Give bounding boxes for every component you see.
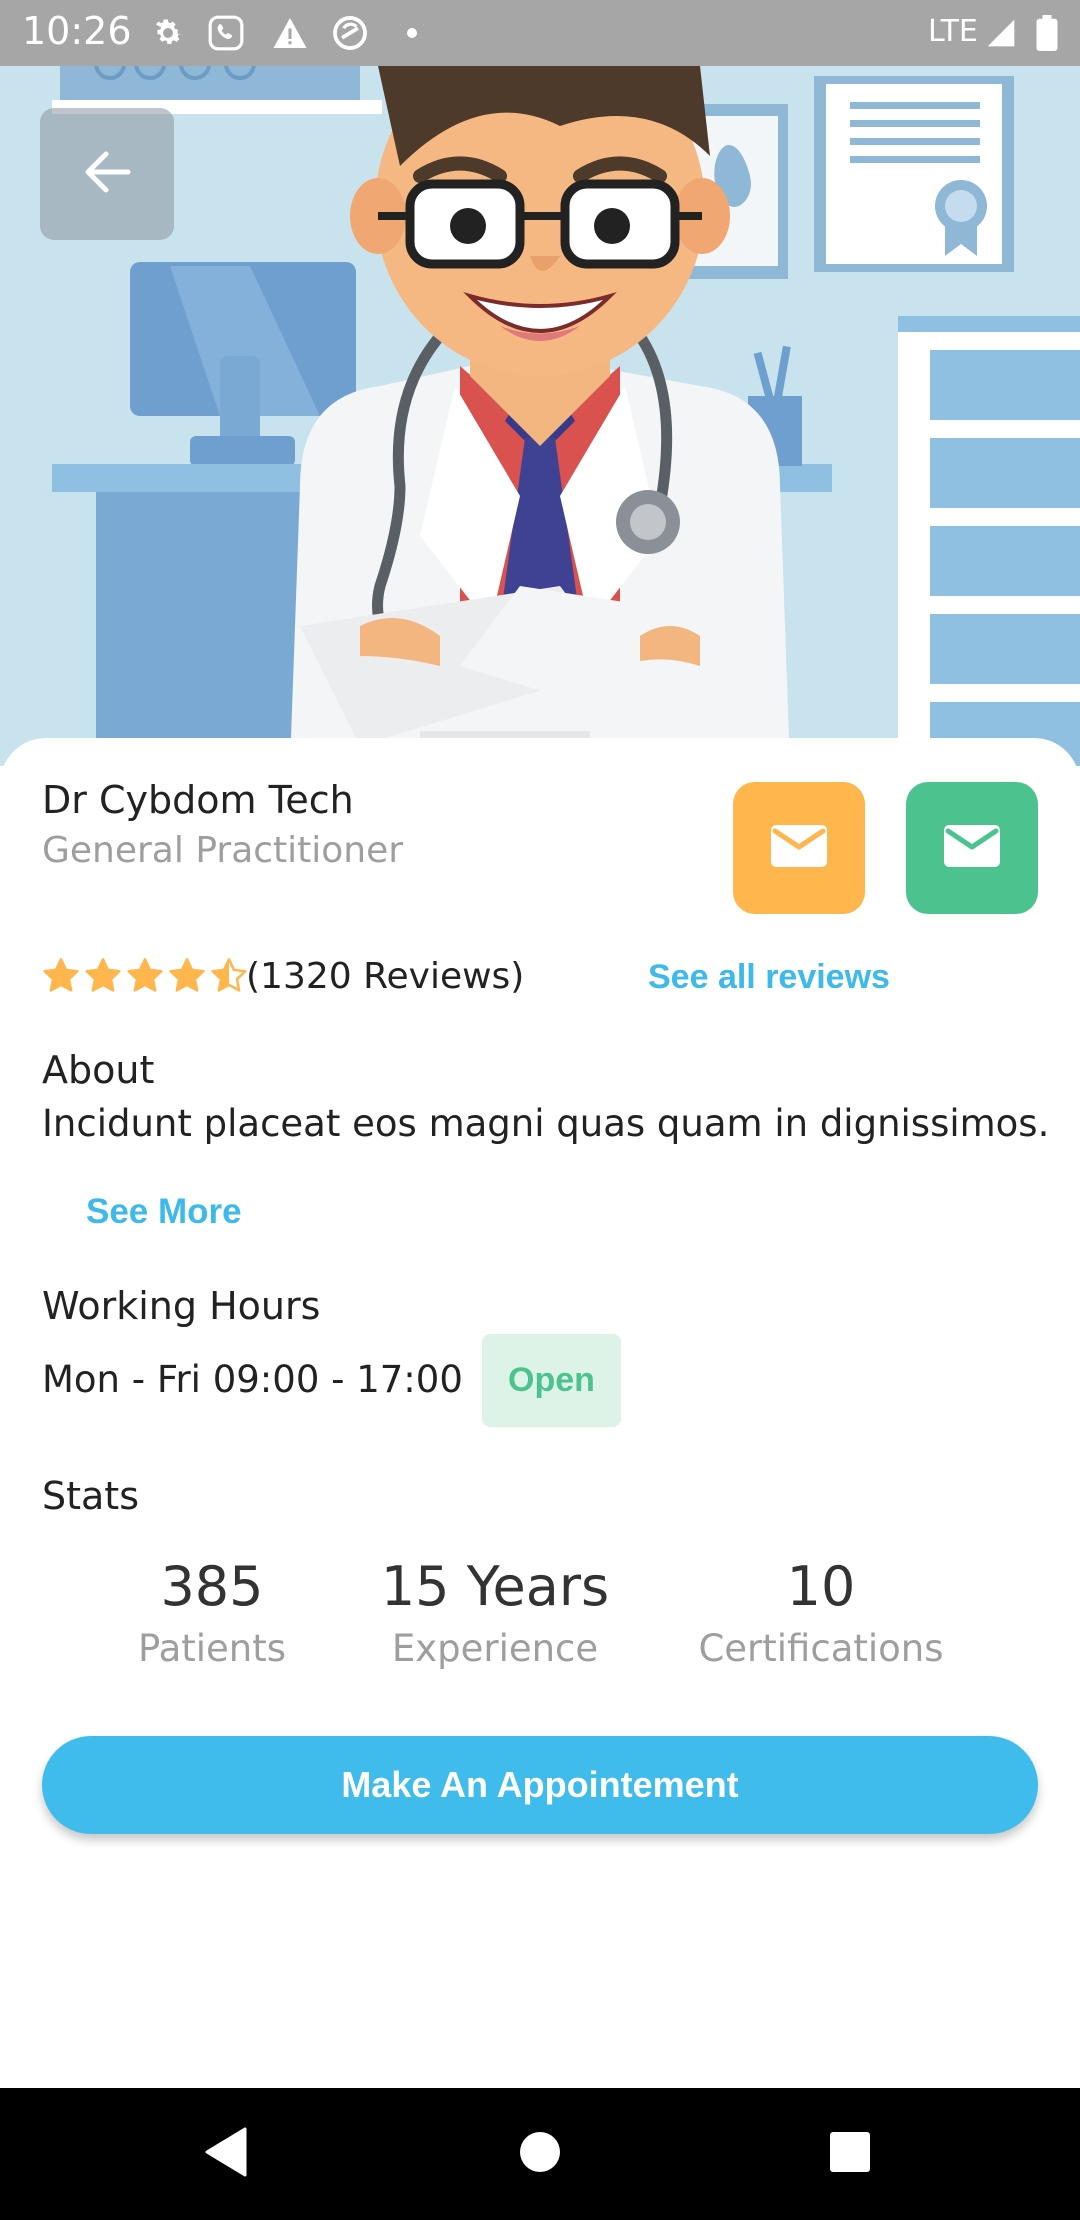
reviews-count: (1320 Reviews) (246, 956, 525, 997)
doctor-details-card: Dr Cybdom Tech General Practitioner (132… (0, 738, 1080, 2088)
star-full-icon (84, 957, 122, 999)
status-bar: 10:26 LTE (0, 0, 1080, 66)
open-status-badge: Open (482, 1334, 621, 1427)
stat-value: 385 (160, 1555, 264, 1618)
status-time: 10:26 (22, 9, 132, 53)
working-hours-heading: Working Hours (42, 1284, 321, 1328)
working-hours-text: Mon - Fri 09:00 - 17:00 (42, 1358, 463, 1401)
see-more-link[interactable]: See More (86, 1192, 242, 1232)
star-full-icon (168, 957, 206, 999)
stat-experience: 15 Years Experience (364, 1556, 626, 1674)
stat-label: Experience (391, 1627, 599, 1670)
email-button-orange[interactable] (733, 782, 865, 914)
stat-label: Certifications (698, 1627, 944, 1670)
screen: 10:26 LTE Dr Cybdom Tech General Practit… (0, 0, 1080, 2220)
star-half-icon (210, 957, 248, 999)
star-full-icon (42, 957, 80, 999)
make-appointment-button[interactable]: Make An Appointement (42, 1736, 1038, 1834)
doctor-name: Dr Cybdom Tech (42, 778, 354, 822)
about-heading: About (42, 1048, 155, 1092)
mail-icon (944, 825, 1000, 871)
stats-heading: Stats (42, 1474, 140, 1518)
gear-icon (150, 0, 186, 66)
nav-back-button[interactable] (166, 2088, 286, 2220)
circle-home-icon (518, 2130, 562, 2178)
rating-stars (42, 956, 248, 1000)
warning-icon (270, 0, 310, 66)
arrow-left-icon (82, 150, 132, 198)
square-recents-icon (829, 2131, 871, 2177)
dot-icon (404, 0, 420, 66)
stat-certifications: 10 Certifications (684, 1556, 958, 1674)
stat-value: 15 Years (380, 1555, 610, 1618)
stat-label: Patients (137, 1627, 287, 1670)
star-full-icon (126, 957, 164, 999)
battery-icon (1034, 0, 1060, 66)
email-button-green[interactable] (906, 782, 1038, 914)
navigation-bar (0, 2088, 1080, 2220)
about-text: Incidunt placeat eos magni quas quam in … (42, 1102, 1050, 1145)
phone-icon (206, 0, 246, 66)
see-all-reviews-link[interactable]: See all reviews (648, 958, 890, 997)
back-button[interactable] (40, 108, 174, 240)
sync-icon (330, 0, 370, 66)
network-type: LTE (928, 14, 978, 49)
nav-home-button[interactable] (480, 2088, 600, 2220)
mail-icon (771, 825, 827, 871)
signal-icon (984, 0, 1018, 66)
stat-value: 10 (786, 1555, 856, 1618)
nav-recents-button[interactable] (790, 2088, 910, 2220)
doctor-specialty: General Practitioner (42, 830, 404, 871)
triangle-back-icon (203, 2127, 249, 2181)
stat-patients: 385 Patients (112, 1556, 312, 1674)
